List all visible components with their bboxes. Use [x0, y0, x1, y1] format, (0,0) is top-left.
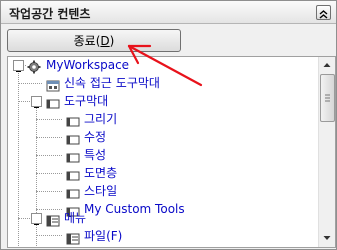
tree-line: [36, 209, 62, 210]
panel-title: 작업공간 컨텐츠: [9, 7, 91, 21]
tree-node-toolbars[interactable]: 도구막대: [64, 92, 108, 110]
toolbar-icon: [66, 113, 80, 127]
scroll-thumb[interactable]: [320, 74, 335, 122]
close-label-suffix: ): [109, 34, 115, 48]
toolbar-icon: [66, 149, 80, 163]
tree-line: [18, 83, 42, 84]
vertical-scrollbar[interactable]: [318, 57, 335, 247]
menu-icon: [46, 212, 60, 227]
tree-line: [36, 173, 62, 174]
tree-line: [36, 155, 62, 156]
toolbar-icon: [46, 95, 60, 109]
toolbar-icon: [66, 131, 80, 145]
close-label-prefix: 종료(: [73, 34, 101, 48]
toolbar-icon: [66, 185, 80, 199]
close-label-accelerator: D: [100, 34, 110, 48]
collapse-minus-icon[interactable]: [13, 60, 24, 72]
tree-node-toolbar-item[interactable]: 스타일: [84, 182, 117, 200]
tree-node-menu-item[interactable]: 파일(F): [84, 227, 122, 245]
scroll-down-button[interactable]: [319, 230, 335, 246]
double-chevron-up-icon[interactable]: [316, 5, 331, 20]
tree-node-toolbar-item[interactable]: 그리기: [84, 110, 117, 128]
gear-icon: [27, 59, 41, 74]
tree-node-menus[interactable]: 메뉴: [64, 209, 86, 227]
tree-node-toolbar-item[interactable]: My Custom Tools: [84, 200, 185, 218]
tree-node-toolbar-item[interactable]: 수정: [84, 128, 106, 146]
tree-line: [36, 191, 62, 192]
toolbar-icon: [66, 167, 80, 181]
workspace-contents-panel: 작업공간 컨텐츠 종료(D) MyWorkspace 신속 접근 도구막대 도구…: [0, 0, 337, 250]
tree-line: [18, 70, 19, 247]
tree-line: [36, 235, 62, 236]
tree-line: [36, 119, 62, 120]
workspace-tree: MyWorkspace 신속 접근 도구막대 도구막대 그리기 수정 특성 도면…: [7, 56, 336, 248]
quick-access-toolbar-icon: [46, 77, 60, 92]
panel-title-bar: 작업공간 컨텐츠: [1, 1, 336, 24]
tree-node-toolbar-item[interactable]: 특성: [84, 146, 106, 164]
collapse-minus-icon[interactable]: [31, 213, 42, 225]
tree-node-root[interactable]: MyWorkspace: [46, 57, 129, 74]
tree-line: [36, 137, 62, 138]
tree-line: [36, 105, 37, 213]
tree-node-quick-access[interactable]: 신속 접근 도구막대: [64, 74, 160, 92]
scroll-up-button[interactable]: [319, 57, 335, 73]
menu-item-icon: [66, 230, 80, 245]
tree-node-toolbar-item[interactable]: 도면층: [84, 164, 117, 182]
collapse-minus-icon[interactable]: [31, 96, 42, 108]
close-button[interactable]: 종료(D): [7, 29, 181, 52]
